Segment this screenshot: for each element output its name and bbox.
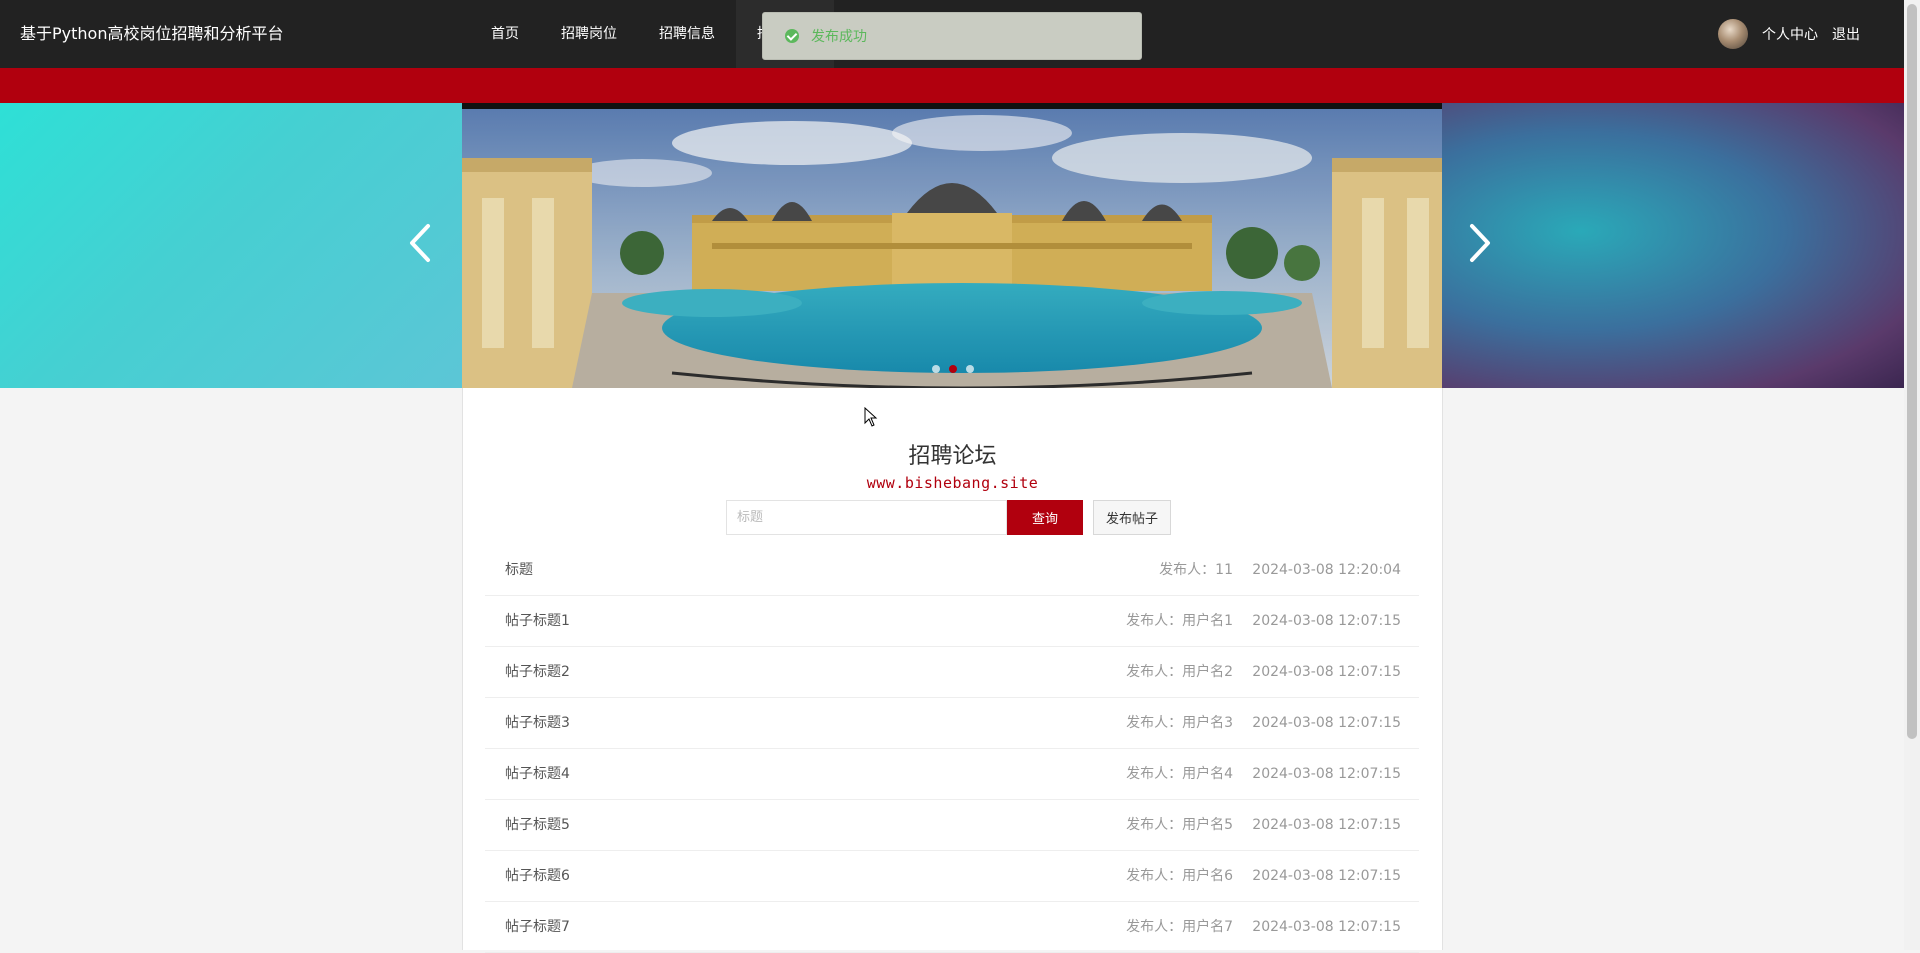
carousel-indicators [932, 365, 974, 373]
post-author: 发布人：用户名5 [1126, 817, 1233, 833]
post-author: 发布人：用户名4 [1126, 766, 1233, 782]
query-button[interactable]: 查询 [1007, 500, 1083, 535]
carousel-dot[interactable] [966, 365, 974, 373]
carousel-dot-active[interactable] [949, 365, 957, 373]
page-scrollbar[interactable] [1904, 0, 1920, 950]
forum-panel: 招聘论坛 www.bishebang.site 查询 发布帖子 标题 发布人：1… [462, 388, 1443, 953]
carousel-next-arrow-icon[interactable] [1460, 218, 1500, 268]
mouse-pointer-icon [864, 406, 878, 431]
nav-item-recruit-info[interactable]: 招聘信息 [638, 0, 736, 68]
post-row[interactable]: 帖子标题5 发布人：用户名5 2024-03-08 12:07:15 [485, 800, 1419, 851]
post-row[interactable]: 标题 发布人：11 2024-03-08 12:20:04 [485, 545, 1419, 596]
carousel-current-slide[interactable] [462, 103, 1442, 388]
check-circle-icon [785, 29, 799, 43]
slide-top-border [462, 103, 1442, 109]
post-title: 帖子标题4 [505, 766, 570, 782]
post-time: 2024-03-08 12:07:15 [1252, 715, 1401, 731]
post-title: 帖子标题3 [505, 715, 570, 731]
post-time: 2024-03-08 12:07:15 [1252, 817, 1401, 833]
scrollbar-thumb[interactable] [1907, 4, 1917, 739]
user-center-link[interactable]: 个人中心 [1762, 24, 1818, 44]
post-title: 帖子标题6 [505, 868, 570, 884]
post-list: 标题 发布人：11 2024-03-08 12:20:04 帖子标题1 发布人：… [485, 545, 1419, 953]
success-toast: 发布成功 [762, 12, 1142, 60]
nav-item-jobs[interactable]: 招聘岗位 [540, 0, 638, 68]
logout-link[interactable]: 退出 [1832, 24, 1860, 44]
post-author: 发布人：用户名1 [1126, 613, 1233, 629]
post-time: 2024-03-08 12:07:15 [1252, 664, 1401, 680]
post-time: 2024-03-08 12:07:15 [1252, 868, 1401, 884]
carousel-next-slide-preview [1442, 103, 1904, 388]
post-row[interactable]: 帖子标题7 发布人：用户名7 2024-03-08 12:07:15 [485, 902, 1419, 953]
post-author: 发布人：用户名3 [1126, 715, 1233, 731]
post-row[interactable]: 帖子标题1 发布人：用户名1 2024-03-08 12:07:15 [485, 596, 1419, 647]
post-title: 帖子标题2 [505, 664, 570, 680]
accent-bar [0, 68, 1904, 103]
post-author: 发布人：用户名2 [1126, 664, 1233, 680]
site-brand[interactable]: 基于Python高校岗位招聘和分析平台 [20, 0, 283, 68]
user-area: 个人中心 退出 [1718, 0, 1860, 68]
post-row[interactable]: 帖子标题3 发布人：用户名3 2024-03-08 12:07:15 [485, 698, 1419, 749]
nav-item-home[interactable]: 首页 [470, 0, 540, 68]
post-title: 帖子标题5 [505, 817, 570, 833]
post-author: 发布人：11 [1159, 562, 1233, 578]
carousel-prev-slide-preview [0, 103, 462, 388]
post-author: 发布人：用户名7 [1126, 919, 1233, 935]
post-time: 2024-03-08 12:20:04 [1252, 562, 1401, 578]
banner-carousel [0, 103, 1904, 388]
publish-post-button[interactable]: 发布帖子 [1093, 500, 1171, 535]
site-url-watermark: www.bishebang.site [866, 474, 1039, 492]
post-title: 标题 [505, 562, 533, 578]
post-title: 帖子标题1 [505, 613, 570, 629]
post-author: 发布人：用户名6 [1126, 868, 1233, 884]
post-time: 2024-03-08 12:07:15 [1252, 613, 1401, 629]
toast-message: 发布成功 [811, 29, 867, 45]
post-time: 2024-03-08 12:07:15 [1252, 919, 1401, 935]
bath-palace-image [462, 103, 1442, 388]
carousel-prev-arrow-icon[interactable] [400, 218, 440, 268]
carousel-dot[interactable] [932, 365, 940, 373]
page-title: 招聘论坛 [908, 444, 997, 469]
post-row[interactable]: 帖子标题6 发布人：用户名6 2024-03-08 12:07:15 [485, 851, 1419, 902]
title-search-input[interactable] [726, 500, 1007, 535]
user-avatar[interactable] [1718, 19, 1748, 49]
post-row[interactable]: 帖子标题4 发布人：用户名4 2024-03-08 12:07:15 [485, 749, 1419, 800]
post-title: 帖子标题7 [505, 919, 570, 935]
post-row[interactable]: 帖子标题2 发布人：用户名2 2024-03-08 12:07:15 [485, 647, 1419, 698]
post-time: 2024-03-08 12:07:15 [1252, 766, 1401, 782]
